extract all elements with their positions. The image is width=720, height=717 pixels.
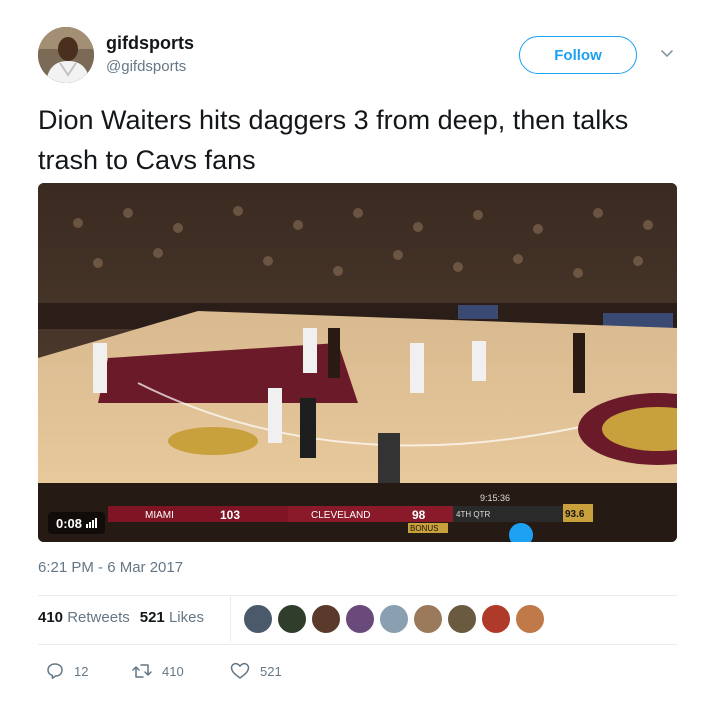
chevron-down-icon[interactable] [660,46,674,60]
divider [38,595,677,596]
avatar[interactable] [38,27,94,83]
game-clock: 9:15:36 [480,493,510,503]
liker-avatar[interactable] [447,604,477,634]
follow-button[interactable]: Follow [519,36,637,74]
video-duration: 0:08 [56,515,83,531]
likers-avatars [243,604,545,634]
liker-avatar[interactable] [243,604,273,634]
liker-avatar[interactable] [481,604,511,634]
retweet-count: 410 [162,663,184,679]
tweet-card: gifdsports @gifdsports Follow Dion Waite… [0,0,720,717]
tweet-timestamp[interactable]: 6:21 PM - 6 Mar 2017 [38,559,183,576]
home-team-label: CLEVELAND [311,510,370,521]
signal-bars-icon [86,518,98,528]
author-handle[interactable]: @gifdsports [106,58,186,75]
heart-icon [230,662,250,679]
reply-count: 12 [74,663,89,679]
liker-avatar[interactable] [277,604,307,634]
video-player[interactable]: MIAMI 103 CLEVELAND 98 9:15:36 4TH QTR 9… [38,183,677,542]
away-score: 103 [220,508,240,522]
shot-clock: 93.6 [565,509,585,520]
retweets-label: Retweets [67,609,130,626]
tweet-actions: 12 410 521 [46,662,282,680]
retweets-count: 410 [38,609,64,626]
reply-button[interactable]: 12 [46,662,132,680]
away-team-label: MIAMI [145,510,174,521]
like-button[interactable]: 521 [230,662,282,680]
stats-separator [230,596,231,642]
retweet-icon [132,664,152,678]
liker-avatar[interactable] [413,604,443,634]
tweet-text: Dion Waiters hits daggers 3 from deep, t… [38,105,629,175]
liker-avatar[interactable] [515,604,545,634]
liker-avatar[interactable] [345,604,375,634]
retweet-button[interactable]: 410 [132,662,230,680]
liker-avatar[interactable] [311,604,341,634]
liker-avatar[interactable] [379,604,409,634]
like-count: 521 [260,663,282,679]
retweets-stat[interactable]: 410 Retweets [38,609,130,626]
tweet-stats: 410 Retweets 521 Likes [38,609,204,626]
quarter-label: 4TH QTR [456,510,490,519]
video-duration-badge: 0:08 [48,512,106,534]
video-frame: MIAMI 103 CLEVELAND 98 9:15:36 4TH QTR 9… [38,183,677,542]
reply-icon [47,663,63,679]
likes-count: 521 [139,609,165,626]
home-score: 98 [412,508,426,522]
author-name[interactable]: gifdsports [106,33,194,54]
divider [38,644,677,645]
bonus-label: BONUS [410,524,438,533]
likes-label: Likes [168,609,204,626]
likes-stat[interactable]: 521 Likes [140,609,204,626]
